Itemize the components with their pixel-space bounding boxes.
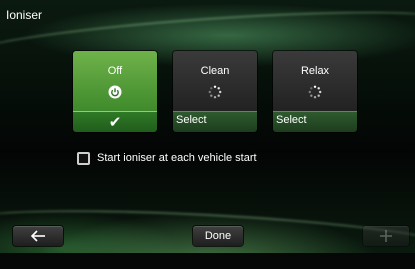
title-bar: Ioniser bbox=[0, 0, 415, 30]
add-button[interactable] bbox=[363, 226, 409, 246]
mode-label: Relax bbox=[300, 65, 330, 77]
loading-dots-icon bbox=[208, 85, 222, 99]
mode-card-top bbox=[73, 51, 157, 111]
checkmark-icon: ✔ bbox=[108, 114, 122, 131]
loading-dots-icon bbox=[308, 85, 322, 99]
mode-label: Clean bbox=[200, 65, 230, 77]
power-icon bbox=[108, 85, 122, 99]
done-button[interactable]: Done bbox=[193, 226, 243, 246]
back-button[interactable] bbox=[13, 226, 63, 246]
start-ioniser-label: Start ioniser at each vehicle start bbox=[97, 152, 257, 164]
mode-card-relax[interactable]: Relax Select bbox=[273, 51, 357, 132]
mode-card-top bbox=[273, 51, 357, 111]
select-label: Select bbox=[273, 111, 357, 132]
start-ioniser-checkbox[interactable] bbox=[77, 152, 90, 165]
mode-card-top bbox=[173, 51, 257, 111]
select-label: Select bbox=[173, 111, 257, 132]
mode-footer: ✔ bbox=[73, 111, 157, 132]
back-arrow-icon bbox=[30, 230, 45, 242]
page-title: Ioniser bbox=[6, 8, 43, 22]
done-label: Done bbox=[204, 230, 232, 242]
mode-card-off[interactable]: Off ✔ bbox=[73, 51, 157, 132]
plus-icon bbox=[380, 230, 392, 242]
mode-card-clean[interactable]: Clean Select bbox=[173, 51, 257, 132]
mode-label: Off bbox=[107, 65, 123, 77]
